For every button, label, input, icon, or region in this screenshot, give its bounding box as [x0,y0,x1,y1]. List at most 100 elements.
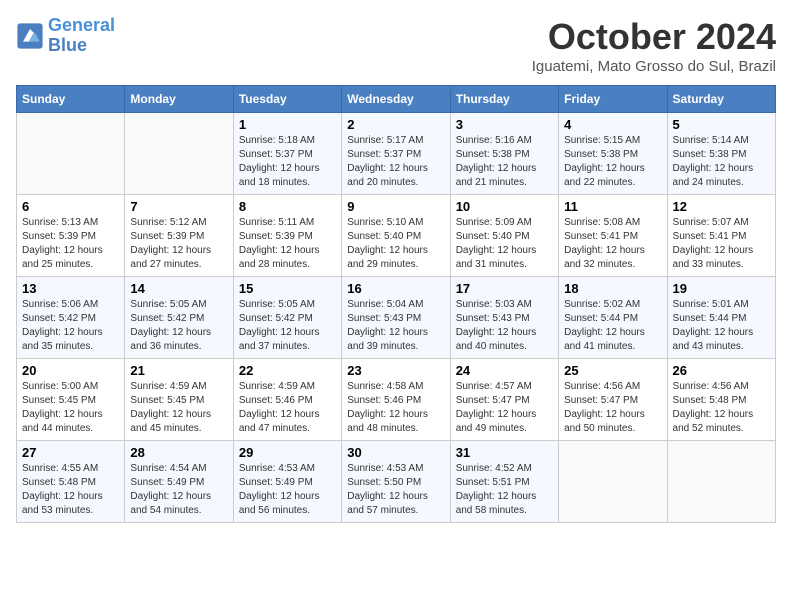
calendar-table: SundayMondayTuesdayWednesdayThursdayFrid… [16,85,776,523]
calendar-body: 1Sunrise: 5:18 AMSunset: 5:37 PMDaylight… [17,113,776,523]
sunrise-text: Sunrise: 5:06 AM [22,298,119,312]
day-number: 28 [130,445,227,460]
calendar-cell: 18Sunrise: 5:02 AMSunset: 5:44 PMDayligh… [559,277,667,359]
day-number: 5 [673,117,770,132]
calendar-week-5: 27 Sunrise: 4:55 AMSunset: 5:48 PMDayligh… [17,441,776,523]
day-number: 11 [564,199,661,214]
sunset-text: Sunset: 5:39 PM [22,230,119,244]
sunrise-text: Sunrise: 5:02 AM [564,298,661,312]
calendar-cell: 3Sunrise: 5:16 AMSunset: 5:38 PMDaylight… [450,113,558,195]
day-number: 14 [130,281,227,296]
daylight-text: Daylight: 12 hours and 40 minutes. [456,326,553,354]
calendar-cell: 4Sunrise: 5:15 AMSunset: 5:38 PMDaylight… [559,113,667,195]
day-number: 30 [347,445,444,460]
sunset-text: Sunset: 5:51 PM [456,476,553,490]
sunset-text: Sunset: 5:47 PM [564,394,661,408]
logo-text: General Blue [48,16,115,56]
day-info: Sunrise: 4:58 AMSunset: 5:46 PMDaylight:… [347,380,444,436]
sunrise-text: Sunrise: 5:04 AM [347,298,444,312]
day-info: Sunrise: 4:55 AMSunset: 5:48 PMDaylight:… [22,462,119,518]
daylight-text: Daylight: 12 hours and 58 minutes. [456,490,553,518]
sunrise-text: Sunrise: 5:00 AM [22,380,119,394]
day-info: Sunrise: 5:06 AMSunset: 5:42 PMDaylight:… [22,298,119,354]
sunrise-text: Sunrise: 5:03 AM [456,298,553,312]
sunrise-text: Sunrise: 5:07 AM [673,216,770,230]
sunset-text: Sunset: 5:42 PM [239,312,336,326]
day-info: Sunrise: 5:18 AMSunset: 5:37 PMDaylight:… [239,134,336,190]
day-number: 17 [456,281,553,296]
sunset-text: Sunset: 5:46 PM [347,394,444,408]
day-header-tuesday: Tuesday [233,86,341,113]
sunrise-text: Sunrise: 4:54 AM [130,462,227,476]
sunset-text: Sunset: 5:39 PM [130,230,227,244]
calendar-week-3: 13Sunrise: 5:06 AMSunset: 5:42 PMDayligh… [17,277,776,359]
calendar-cell: 15Sunrise: 5:05 AMSunset: 5:42 PMDayligh… [233,277,341,359]
day-number: 2 [347,117,444,132]
calendar-week-2: 6Sunrise: 5:13 AMSunset: 5:39 PMDaylight… [17,195,776,277]
day-number: 7 [130,199,227,214]
daylight-text: Daylight: 12 hours and 54 minutes. [130,490,227,518]
sunrise-text: Sunrise: 5:13 AM [22,216,119,230]
day-info: Sunrise: 5:00 AMSunset: 5:45 PMDaylight:… [22,380,119,436]
daylight-text: Daylight: 12 hours and 28 minutes. [239,244,336,272]
day-number: 31 [456,445,553,460]
calendar-cell: 19Sunrise: 5:01 AMSunset: 5:44 PMDayligh… [667,277,775,359]
daylight-text: Daylight: 12 hours and 39 minutes. [347,326,444,354]
calendar-cell: 6Sunrise: 5:13 AMSunset: 5:39 PMDaylight… [17,195,125,277]
day-number: 10 [456,199,553,214]
day-number: 8 [239,199,336,214]
daylight-text: Daylight: 12 hours and 36 minutes. [130,326,227,354]
daylight-text: Daylight: 12 hours and 48 minutes. [347,408,444,436]
calendar-cell: 9Sunrise: 5:10 AMSunset: 5:40 PMDaylight… [342,195,450,277]
sunset-text: Sunset: 5:42 PM [22,312,119,326]
sunset-text: Sunset: 5:41 PM [564,230,661,244]
daylight-text: Daylight: 12 hours and 44 minutes. [22,408,119,436]
calendar-cell: 13 Sunrise: 5:06 AMSunset: 5:42 PMDayligh… [17,277,125,359]
logo: General Blue [16,16,115,56]
sunset-text: Sunset: 5:37 PM [347,148,444,162]
sunrise-text: Sunrise: 4:53 AM [239,462,336,476]
daylight-text: Daylight: 12 hours and 20 minutes. [347,162,444,190]
calendar-cell: 26Sunrise: 4:56 AMSunset: 5:48 PMDayligh… [667,359,775,441]
calendar-cell: 11Sunrise: 5:08 AMSunset: 5:41 PMDayligh… [559,195,667,277]
daylight-text: Daylight: 12 hours and 18 minutes. [239,162,336,190]
daylight-text: Daylight: 12 hours and 43 minutes. [673,326,770,354]
sunset-text: Sunset: 5:44 PM [673,312,770,326]
calendar-cell: 14Sunrise: 5:05 AMSunset: 5:42 PMDayligh… [125,277,233,359]
daylight-text: Daylight: 12 hours and 53 minutes. [22,490,119,518]
calendar-cell [17,113,125,195]
daylight-text: Daylight: 12 hours and 45 minutes. [130,408,227,436]
calendar-header: SundayMondayTuesdayWednesdayThursdayFrid… [17,86,776,113]
day-number: 19 [673,281,770,296]
sunset-text: Sunset: 5:46 PM [239,394,336,408]
sunrise-text: Sunrise: 4:56 AM [673,380,770,394]
sunrise-text: Sunrise: 4:52 AM [456,462,553,476]
sunrise-text: Sunrise: 5:05 AM [239,298,336,312]
day-number: 13 [22,281,119,296]
sunrise-text: Sunrise: 5:18 AM [239,134,336,148]
sunrise-text: Sunrise: 5:16 AM [456,134,553,148]
sunset-text: Sunset: 5:49 PM [239,476,336,490]
daylight-text: Daylight: 12 hours and 50 minutes. [564,408,661,436]
sunset-text: Sunset: 5:48 PM [22,476,119,490]
day-info: Sunrise: 5:14 AMSunset: 5:38 PMDaylight:… [673,134,770,190]
sunset-text: Sunset: 5:40 PM [456,230,553,244]
day-number: 25 [564,363,661,378]
daylight-text: Daylight: 12 hours and 31 minutes. [456,244,553,272]
calendar-cell: 1Sunrise: 5:18 AMSunset: 5:37 PMDaylight… [233,113,341,195]
sunset-text: Sunset: 5:37 PM [239,148,336,162]
daylight-text: Daylight: 12 hours and 22 minutes. [564,162,661,190]
day-number: 27 [22,445,119,460]
month-title: October 2024 [532,16,776,58]
sunrise-text: Sunrise: 4:59 AM [130,380,227,394]
sunrise-text: Sunrise: 4:56 AM [564,380,661,394]
day-info: Sunrise: 4:54 AMSunset: 5:49 PMDaylight:… [130,462,227,518]
day-number: 23 [347,363,444,378]
daylight-text: Daylight: 12 hours and 21 minutes. [456,162,553,190]
sunset-text: Sunset: 5:49 PM [130,476,227,490]
day-number: 16 [347,281,444,296]
logo-icon [16,22,44,50]
day-number: 18 [564,281,661,296]
calendar-cell: 17Sunrise: 5:03 AMSunset: 5:43 PMDayligh… [450,277,558,359]
sunset-text: Sunset: 5:43 PM [347,312,444,326]
